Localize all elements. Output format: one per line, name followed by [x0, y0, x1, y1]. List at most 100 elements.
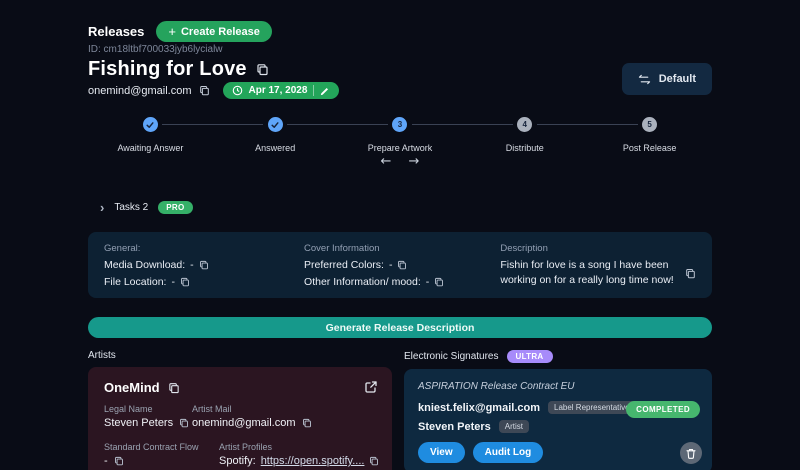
copy-icon[interactable] [114, 456, 124, 466]
release-info-panel: General: Media Download: - File Location… [88, 232, 712, 298]
preferred-colors-row: Preferred Colors: - [304, 259, 490, 271]
topbar: Releases + Create Release [88, 21, 272, 42]
step-label: Awaiting Answer [117, 143, 184, 153]
copy-icon[interactable] [199, 85, 210, 96]
edit-pencil-icon[interactable] [320, 86, 330, 96]
signature-actions: View Audit Log [418, 442, 698, 463]
signer-name: kniest.felix@gmail.com [418, 401, 540, 414]
signatures-section: Electronic Signatures ULTRA ASPIRATION R… [404, 350, 712, 470]
step-label: Post Release [622, 143, 677, 153]
release-stepper: Awaiting Answer Answered 3 Prepare Artwo… [88, 117, 712, 153]
copy-icon[interactable] [397, 260, 407, 270]
signature-contract-card: ASPIRATION Release Contract EU kniest.fe… [404, 369, 712, 470]
page-title: Fishing for Love [88, 58, 247, 80]
release-date-badge[interactable]: Apr 17, 2028 [222, 82, 340, 99]
field-label: Preferred Colors: [304, 259, 384, 271]
signatures-heading-row: Electronic Signatures ULTRA [404, 350, 712, 363]
artist-mail-label: Artist Mail [192, 404, 232, 414]
artist-name: OneMind [104, 380, 160, 395]
default-button-label: Default [658, 73, 696, 85]
step-answered[interactable]: Answered [162, 117, 338, 153]
step-circle: 3 [392, 117, 408, 132]
step-circle: 4 [517, 117, 533, 132]
field-label: Other Information/ mood: [304, 276, 421, 288]
signer-role-tag: Artist [498, 420, 529, 433]
copy-icon[interactable] [168, 382, 180, 394]
create-release-button[interactable]: + Create Release [156, 21, 272, 42]
field-value: - [425, 276, 430, 288]
contract-flow-field: Standard Contract Flow - [104, 442, 219, 470]
artists-section: Artists OneMind Legal Name Steven Peters [88, 350, 392, 470]
legal-name-field: Legal Name Steven Peters [104, 404, 192, 429]
trash-icon [686, 448, 696, 459]
contract-title: ASPIRATION Release Contract EU [418, 381, 575, 392]
field-value: - [388, 259, 393, 271]
audit-log-button[interactable]: Audit Log [472, 442, 544, 463]
artist-mail-value: onemind@gmail.com [192, 417, 296, 429]
check-icon [146, 121, 154, 129]
status-badge: COMPLETED [626, 401, 700, 418]
view-button[interactable]: View [418, 442, 465, 463]
general-heading: General: [104, 243, 141, 254]
copy-icon[interactable] [179, 418, 189, 428]
signer-role-tag: Label Representative [548, 401, 636, 414]
default-button[interactable]: Default [621, 63, 712, 95]
artist-mail-field: Artist Mail onemind@gmail.com [192, 404, 376, 429]
step-post-release[interactable]: 5 Post Release [536, 117, 712, 153]
step-circle [267, 117, 283, 132]
create-release-label: Create Release [180, 25, 260, 38]
file-location-row: File Location: - [104, 276, 294, 288]
divider [313, 85, 315, 96]
signatures-heading: Electronic Signatures [404, 351, 499, 362]
next-step-arrow-icon[interactable]: → [406, 154, 422, 169]
field-value: - [171, 276, 175, 288]
release-id: ID: cm18ltbf700033jyb6lycialw [88, 44, 223, 55]
chevron-right-icon: › [100, 200, 105, 215]
description-text: Fishin for love is a song I have been wo… [500, 259, 674, 287]
general-column: General: Media Download: - File Location… [104, 243, 294, 288]
step-circle [142, 117, 158, 132]
delete-signature-button[interactable] [680, 442, 702, 464]
tasks-label: Tasks 2 [114, 202, 149, 213]
step-awaiting-answer[interactable]: Awaiting Answer [88, 117, 213, 153]
copy-icon[interactable] [256, 63, 269, 76]
description-wrap: Fishin for love is a song I have been wo… [500, 254, 696, 288]
prev-step-arrow-icon[interactable]: ← [378, 154, 394, 169]
email-row: onemind@gmail.com Apr 17, 2028 [88, 82, 340, 99]
release-date: Apr 17, 2028 [248, 85, 308, 96]
contract-flow-value: - [104, 455, 108, 467]
ultra-badge: ULTRA [506, 350, 553, 363]
spotify-link[interactable]: https://open.spotify.... [261, 455, 365, 467]
copy-icon[interactable] [685, 268, 696, 288]
artists-heading: Artists [88, 350, 116, 361]
clock-icon [232, 85, 243, 96]
stepper-nav: ← → [88, 154, 712, 169]
field-label: File Location: [104, 276, 167, 288]
generate-release-description-button[interactable]: Generate Release Description [88, 317, 712, 338]
artist-profiles-field: Artist Profiles Spotify: https://open.sp… [219, 442, 379, 470]
copy-icon[interactable] [180, 277, 190, 287]
description-column: Description Fishin for love is a song I … [500, 243, 696, 288]
copy-icon[interactable] [434, 277, 444, 287]
signer-name: Steven Peters [418, 420, 491, 433]
cover-heading: Cover Information [304, 243, 380, 254]
artist-card: OneMind Legal Name Steven Peters Artist … [88, 367, 392, 470]
copy-icon[interactable] [302, 418, 312, 428]
external-link-icon[interactable] [364, 380, 378, 394]
step-label: Distribute [505, 143, 544, 153]
copy-icon[interactable] [369, 456, 379, 466]
field-label: Media Download: [104, 259, 186, 271]
description-heading: Description [500, 243, 548, 254]
breadcrumb: Releases [88, 24, 145, 39]
tasks-expander[interactable]: › Tasks 2 PRO [100, 201, 193, 214]
step-distribute[interactable]: 4 Distribute [412, 117, 587, 153]
title-row: Fishing for Love [88, 58, 269, 81]
spotify-profile-row: Spotify: https://open.spotify.... [219, 455, 379, 467]
signer-row: Steven Peters Artist [418, 420, 698, 433]
other-information-row: Other Information/ mood: - [304, 276, 490, 288]
contract-flow-label: Standard Contract Flow [104, 442, 199, 452]
cover-column: Cover Information Preferred Colors: - Ot… [304, 243, 490, 288]
step-prepare-artwork[interactable]: 3 Prepare Artwork [287, 117, 463, 153]
plus-icon: + [168, 24, 176, 39]
copy-icon[interactable] [199, 260, 209, 270]
